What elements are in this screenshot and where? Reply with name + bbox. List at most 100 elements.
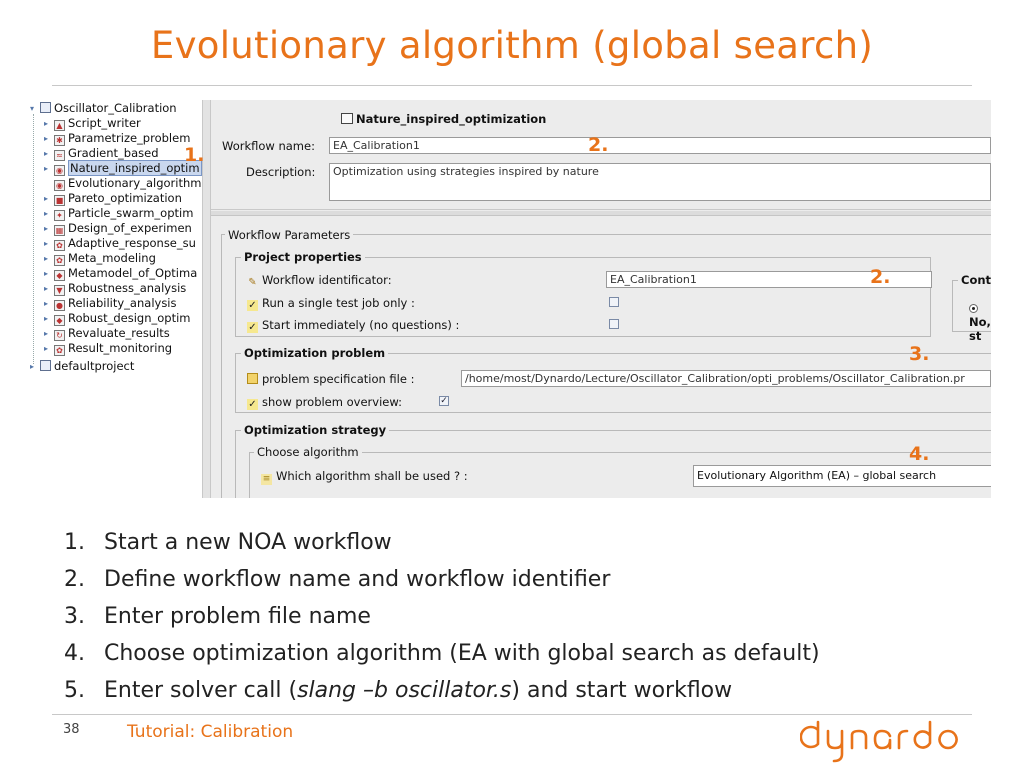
description-label: Description:: [246, 165, 316, 179]
script-icon: ▲: [54, 120, 65, 131]
radio-selected-icon[interactable]: [969, 304, 978, 313]
workflow-parameters-title: Workflow Parameters: [225, 228, 354, 242]
tree-expand-icon[interactable]: ▸: [44, 251, 54, 266]
tree-item-revaluate[interactable]: ▸ ↻ Revaluate_results: [44, 326, 170, 341]
which-algorithm-row: ≡ Which algorithm shall be used ? :: [261, 469, 468, 485]
continue-title: Continue: [958, 273, 991, 287]
step-number: 1.: [64, 530, 85, 555]
tree-item-label: Robust_design_optim: [68, 311, 191, 325]
tree-expand-icon[interactable]: ▸: [44, 131, 54, 146]
tree-expand-icon[interactable]: ▸: [44, 191, 54, 206]
tree-expand-icon[interactable]: ▸: [44, 206, 54, 221]
single-test-checkbox[interactable]: [609, 297, 619, 307]
continue-option[interactable]: No, st: [969, 301, 991, 343]
step-text: Choose optimization algorithm (EA with g…: [104, 641, 820, 666]
tree-item-label: Reliability_analysis: [68, 296, 177, 310]
split-bar[interactable]: [211, 211, 991, 216]
tree-item-robust-design[interactable]: ▸ ◆ Robust_design_optim: [44, 311, 191, 326]
tree-item-reliability[interactable]: ▸ ● Reliability_analysis: [44, 296, 177, 311]
step-text: Start a new NOA workflow: [104, 530, 392, 555]
workflow-name-label: Workflow name:: [222, 139, 315, 153]
nature-icon: [341, 113, 353, 124]
doe-icon: ▦: [54, 225, 65, 236]
solver-command: slang –b oscillator.s: [297, 678, 512, 703]
parametrize-icon: ✱: [54, 135, 65, 146]
tree-root-defaultproject[interactable]: ▸ defaultproject: [30, 359, 134, 374]
checkmark-icon: ✓: [247, 300, 258, 311]
pencil-icon: ✎: [248, 277, 257, 288]
continue-option-label: No, st: [969, 315, 991, 343]
tree-expand-icon[interactable]: ▸: [44, 266, 54, 281]
step-number: 5.: [64, 678, 85, 703]
tree-item-mop[interactable]: ▸ ◆ Metamodel_of_Optima: [44, 266, 197, 281]
tree-expand-icon[interactable]: ▸: [44, 116, 54, 131]
tree-item-nature-inspired[interactable]: ▸ ◉ Nature_inspired_optim: [44, 160, 202, 176]
problem-file-field[interactable]: /home/most/Dynardo/Lecture/Oscillator_Ca…: [461, 370, 991, 387]
start-immediately-checkbox[interactable]: [609, 319, 619, 329]
step-item: 3. Enter problem file name: [64, 602, 984, 639]
tree-item-meta-modeling[interactable]: ▸ ✿ Meta_modeling: [44, 251, 156, 266]
project-icon: [40, 360, 51, 371]
which-algorithm-label: Which algorithm shall be used ? :: [276, 469, 468, 483]
tree-item-robustness[interactable]: ▸ ▼ Robustness_analysis: [44, 281, 186, 296]
tree-item-adaptive[interactable]: ▸ ✿ Adaptive_response_su: [44, 236, 196, 251]
tree-item-label: Meta_modeling: [68, 251, 156, 265]
page-number: 38: [63, 722, 80, 737]
tree-item-doe[interactable]: ▸ ▦ Design_of_experimen: [44, 221, 192, 236]
tree-item-label: Particle_swarm_optim: [68, 206, 194, 220]
tree-item-pareto[interactable]: ▸ ■ Pareto_optimization: [44, 191, 182, 206]
tree-item-parametrize[interactable]: ▸ ✱ Parametrize_problem: [44, 131, 190, 146]
workflow-name-field[interactable]: EA_Calibration1: [329, 137, 991, 154]
problem-file-label: problem specification file :: [262, 372, 415, 386]
callout-2-name: 2.: [588, 134, 609, 156]
workflow-header: Nature_inspired_optimization: [341, 112, 546, 126]
show-overview-label: show problem overview:: [262, 395, 402, 409]
tree-expand-icon[interactable]: ▸: [44, 146, 54, 161]
tree-expand-icon[interactable]: ▸: [44, 296, 54, 311]
tree-item-particle-swarm[interactable]: ▸ ✦ Particle_swarm_optim: [44, 206, 193, 221]
workflow-form: Nature_inspired_optimization Workflow na…: [211, 100, 991, 498]
tree-expand-icon[interactable]: ▸: [30, 359, 40, 374]
tree-expand-icon[interactable]: ▸: [44, 281, 54, 296]
workflow-identificator-row: ✎ Workflow identificator:: [247, 273, 391, 288]
algorithm-select[interactable]: Evolutionary Algorithm (EA) – global sea…: [693, 465, 991, 487]
description-field[interactable]: Optimization using strategies inspired b…: [329, 163, 991, 201]
choose-algorithm-title: Choose algorithm: [254, 445, 362, 459]
tree-item-gradient[interactable]: ▸ ≈ Gradient_based: [44, 146, 159, 161]
tree-item-result-monitoring[interactable]: ▸ ✿ Result_monitoring: [44, 341, 172, 356]
callout-3: 3.: [909, 343, 930, 365]
tree-expand-icon[interactable]: ▸: [44, 161, 54, 176]
show-overview-checkbox[interactable]: ✓: [439, 396, 449, 406]
dynardo-logo: dynardo: [800, 720, 958, 763]
workflow-header-label: Nature_inspired_optimization: [356, 112, 547, 126]
step-item: 5. Enter solver call (slang –b oscillator…: [64, 676, 984, 713]
meta-icon: ✿: [54, 255, 65, 266]
step-item: 2. Define workflow name and workflow iden…: [64, 565, 984, 602]
title-divider: [52, 85, 972, 86]
tree-connector: [33, 114, 34, 364]
tree-expand-icon[interactable]: ▸: [44, 236, 54, 251]
tree-expand-icon[interactable]: ▸: [44, 311, 54, 326]
step-item: 4. Choose optimization algorithm (EA with…: [64, 639, 984, 676]
robustness-icon: ▼: [54, 285, 65, 296]
checkmark-icon: ✓: [247, 322, 258, 333]
reliability-icon: ●: [54, 300, 65, 311]
tree-item-script-writer[interactable]: ▸ ▲ Script_writer: [44, 116, 141, 131]
app-screenshot: ▾ Oscillator_Calibration ▸ ▲ Script_writer …: [28, 100, 991, 498]
single-test-row: ✓ Run a single test job only :: [247, 296, 415, 311]
tree-item-label: Script_writer: [68, 116, 141, 130]
monitor-icon: ✿: [54, 345, 65, 356]
tree-item-evolutionary[interactable]: ◉ Evolutionary_algorithm: [54, 176, 201, 191]
tree-root-oscillator[interactable]: ▾ Oscillator_Calibration: [30, 101, 177, 116]
callout-4: 4.: [909, 443, 930, 465]
step-number: 4.: [64, 641, 85, 666]
tree-expand-icon[interactable]: ▾: [30, 101, 40, 116]
slide-title: Evolutionary algorithm (global search): [150, 24, 874, 67]
tree-item-label: Parametrize_problem: [68, 131, 191, 145]
step-item: 1. Start a new NOA workflow: [64, 528, 984, 565]
tree-expand-icon[interactable]: ▸: [44, 221, 54, 236]
footer-title: Tutorial: Calibration: [127, 722, 294, 742]
tree-expand-icon[interactable]: ▸: [44, 341, 54, 356]
start-immediately-row: ✓ Start immediately (no questions) :: [247, 318, 459, 333]
tree-expand-icon[interactable]: ▸: [44, 326, 54, 341]
